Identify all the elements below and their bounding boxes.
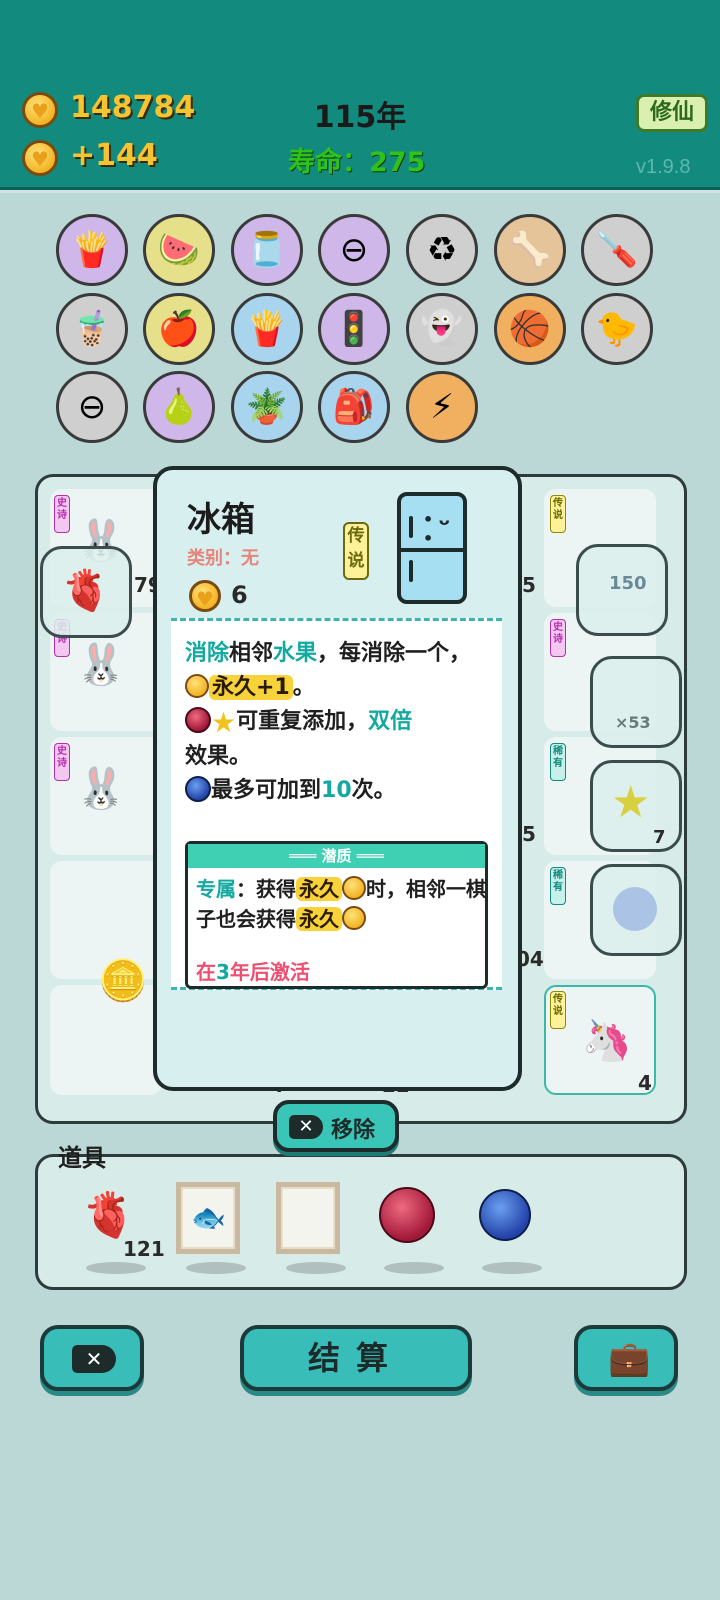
bubble-count: 7 bbox=[653, 827, 666, 848]
coin-icon bbox=[22, 92, 58, 128]
briefcase-icon: 💼 bbox=[608, 1339, 651, 1379]
potential-activation: 在3年后激活 bbox=[196, 960, 310, 984]
blueberry-bubble[interactable] bbox=[590, 864, 682, 956]
rarity-tag: 史诗 bbox=[54, 495, 70, 533]
bunny-house-icon: 🐰 bbox=[76, 766, 126, 812]
potential-header: ═══ 潜质 ═══ bbox=[188, 844, 485, 868]
bubble-count: 150 bbox=[609, 573, 647, 594]
fruit-basket-icon[interactable]: 🍉 bbox=[143, 214, 215, 286]
basketballs-icon[interactable]: 🏀 bbox=[494, 293, 566, 365]
version-label: v1.9.8 bbox=[636, 156, 691, 178]
blueberry-icon[interactable] bbox=[470, 1180, 540, 1250]
recycle-icon[interactable]: ♻ bbox=[406, 214, 478, 286]
remove-button[interactable]: ✕ 移除 bbox=[273, 1100, 399, 1152]
fish-frame-tool[interactable]: 🐟 bbox=[176, 1182, 240, 1254]
empty-frame-tool[interactable] bbox=[276, 1182, 340, 1254]
fries-icon[interactable]: 🍟 bbox=[231, 293, 303, 365]
liver-icon: 🫀 bbox=[61, 568, 111, 614]
lifespan-display: 寿命：275 bbox=[288, 147, 426, 178]
card-title: 冰箱 bbox=[187, 500, 255, 540]
traffic-light-icon[interactable]: 🚦 bbox=[318, 293, 390, 365]
rarity-tag: 史诗 bbox=[550, 619, 566, 657]
blueberry-icon bbox=[185, 776, 211, 802]
close-icon: ✕ bbox=[289, 1115, 323, 1139]
shadow bbox=[384, 1262, 444, 1274]
minus-icon[interactable]: ⊖ bbox=[318, 214, 390, 286]
rarity-tag: 稀有 bbox=[550, 743, 566, 781]
cultivate-button[interactable]: 修仙 bbox=[636, 94, 708, 132]
description-text: 消除相邻水果，每消除一个，永久+1。 ★可重复添加，双倍 效果。 最多可加到10… bbox=[185, 641, 472, 803]
lychee-icon[interactable] bbox=[372, 1180, 442, 1250]
potential-text: 专属：获得 永久 时，相邻一棋子也会获得 永久 bbox=[196, 876, 486, 931]
coins-pile-icon: 🪙 bbox=[98, 958, 148, 1004]
card-description: 消除相邻水果，每消除一个，永久+1。 ★可重复添加，双倍 效果。 最多可加到10… bbox=[171, 618, 502, 990]
shadow bbox=[482, 1262, 542, 1274]
settle-label: 结算 bbox=[307, 1339, 404, 1377]
shadow bbox=[186, 1262, 246, 1274]
pet-bowl-icon[interactable]: 🦴 bbox=[494, 214, 566, 286]
chick-icon[interactable]: 🐤 bbox=[581, 293, 653, 365]
coin-total: 148784 bbox=[70, 90, 196, 125]
settle-button[interactable]: 结算 bbox=[240, 1325, 472, 1391]
fridge-bubble[interactable]: 150 bbox=[576, 544, 668, 636]
minus-icon[interactable]: ⊖ bbox=[56, 371, 128, 443]
coin-icon bbox=[185, 674, 209, 698]
lychee-bubble[interactable]: ×53 bbox=[590, 656, 682, 748]
card-rarity-tag: 传说 bbox=[343, 522, 369, 580]
lightning-icon[interactable]: ⚡ bbox=[406, 371, 478, 443]
star-icon: ★ bbox=[611, 777, 651, 828]
liver-bubble[interactable]: 🫀 bbox=[40, 546, 132, 638]
rarity-tag: 传说 bbox=[550, 495, 566, 533]
jar-icon[interactable]: 🫙 bbox=[231, 214, 303, 286]
coin-income: +144 bbox=[70, 138, 158, 173]
fridge-icon: • ᴗ • bbox=[397, 492, 467, 604]
rarity-tag: 史诗 bbox=[54, 743, 70, 781]
liver-count: 121 bbox=[123, 1237, 165, 1261]
pear-icon[interactable]: 🍐 bbox=[143, 371, 215, 443]
star-bubble[interactable]: ★ 7 bbox=[590, 760, 682, 852]
rarity-tag: 传说 bbox=[550, 991, 566, 1029]
cell-count: 5 bbox=[522, 573, 536, 597]
item-detail-card: 冰箱 类别：无 传说 6 • ᴗ • 消除相邻水果，每消除一个，永久+1。 ★可… bbox=[153, 466, 522, 1091]
cell-count: 5 bbox=[522, 822, 536, 846]
coin-icon bbox=[342, 876, 366, 900]
shadow bbox=[286, 1262, 346, 1274]
blueberry-icon bbox=[613, 887, 657, 931]
star-icon: ★ bbox=[211, 706, 237, 739]
close-icon: ✕ bbox=[72, 1345, 116, 1373]
fish-icon: 🐟 bbox=[191, 1201, 226, 1234]
unicorn-icon: 🦄 bbox=[582, 1018, 632, 1064]
fries-icon[interactable]: 🍟 bbox=[56, 214, 128, 286]
coin-icon bbox=[22, 140, 58, 176]
bunny-house-icon: 🐰 bbox=[76, 642, 126, 688]
tools-title: 道具 bbox=[58, 1144, 106, 1172]
top-status-bar: 148784 +144 115年 寿命：275 修仙 v1.9.8 bbox=[0, 0, 720, 190]
flower-pot-icon[interactable]: 🪴 bbox=[231, 371, 303, 443]
rarity-tag: 稀有 bbox=[550, 867, 566, 905]
ghost-icon[interactable]: 👻 bbox=[406, 293, 478, 365]
fruit-basket-icon[interactable]: 🍎 bbox=[143, 293, 215, 365]
screwdriver-icon[interactable]: 🪛 bbox=[581, 214, 653, 286]
bubble-count: ×53 bbox=[615, 713, 651, 732]
briefcase-button[interactable]: 💼 bbox=[574, 1325, 678, 1391]
card-category: 类别：无 bbox=[187, 548, 259, 569]
remove-label: 移除 bbox=[331, 1118, 376, 1143]
close-button[interactable]: ✕ bbox=[40, 1325, 144, 1391]
potential-box: ═══ 潜质 ═══ 专属：获得 永久 时，相邻一棋子也会获得 永久 在3年后激活 bbox=[185, 841, 488, 989]
seed-bag-icon[interactable]: 🎒 bbox=[318, 371, 390, 443]
unicorn-count: 4 bbox=[638, 1071, 652, 1095]
coin-icon bbox=[342, 906, 366, 930]
shadow bbox=[86, 1262, 146, 1274]
year-display: 115年 bbox=[313, 100, 407, 135]
lychee-icon bbox=[185, 707, 211, 733]
card-cost: 6 bbox=[231, 581, 248, 609]
coin-icon bbox=[189, 580, 221, 613]
bubble-tea-icon[interactable]: 🧋 bbox=[56, 293, 128, 365]
